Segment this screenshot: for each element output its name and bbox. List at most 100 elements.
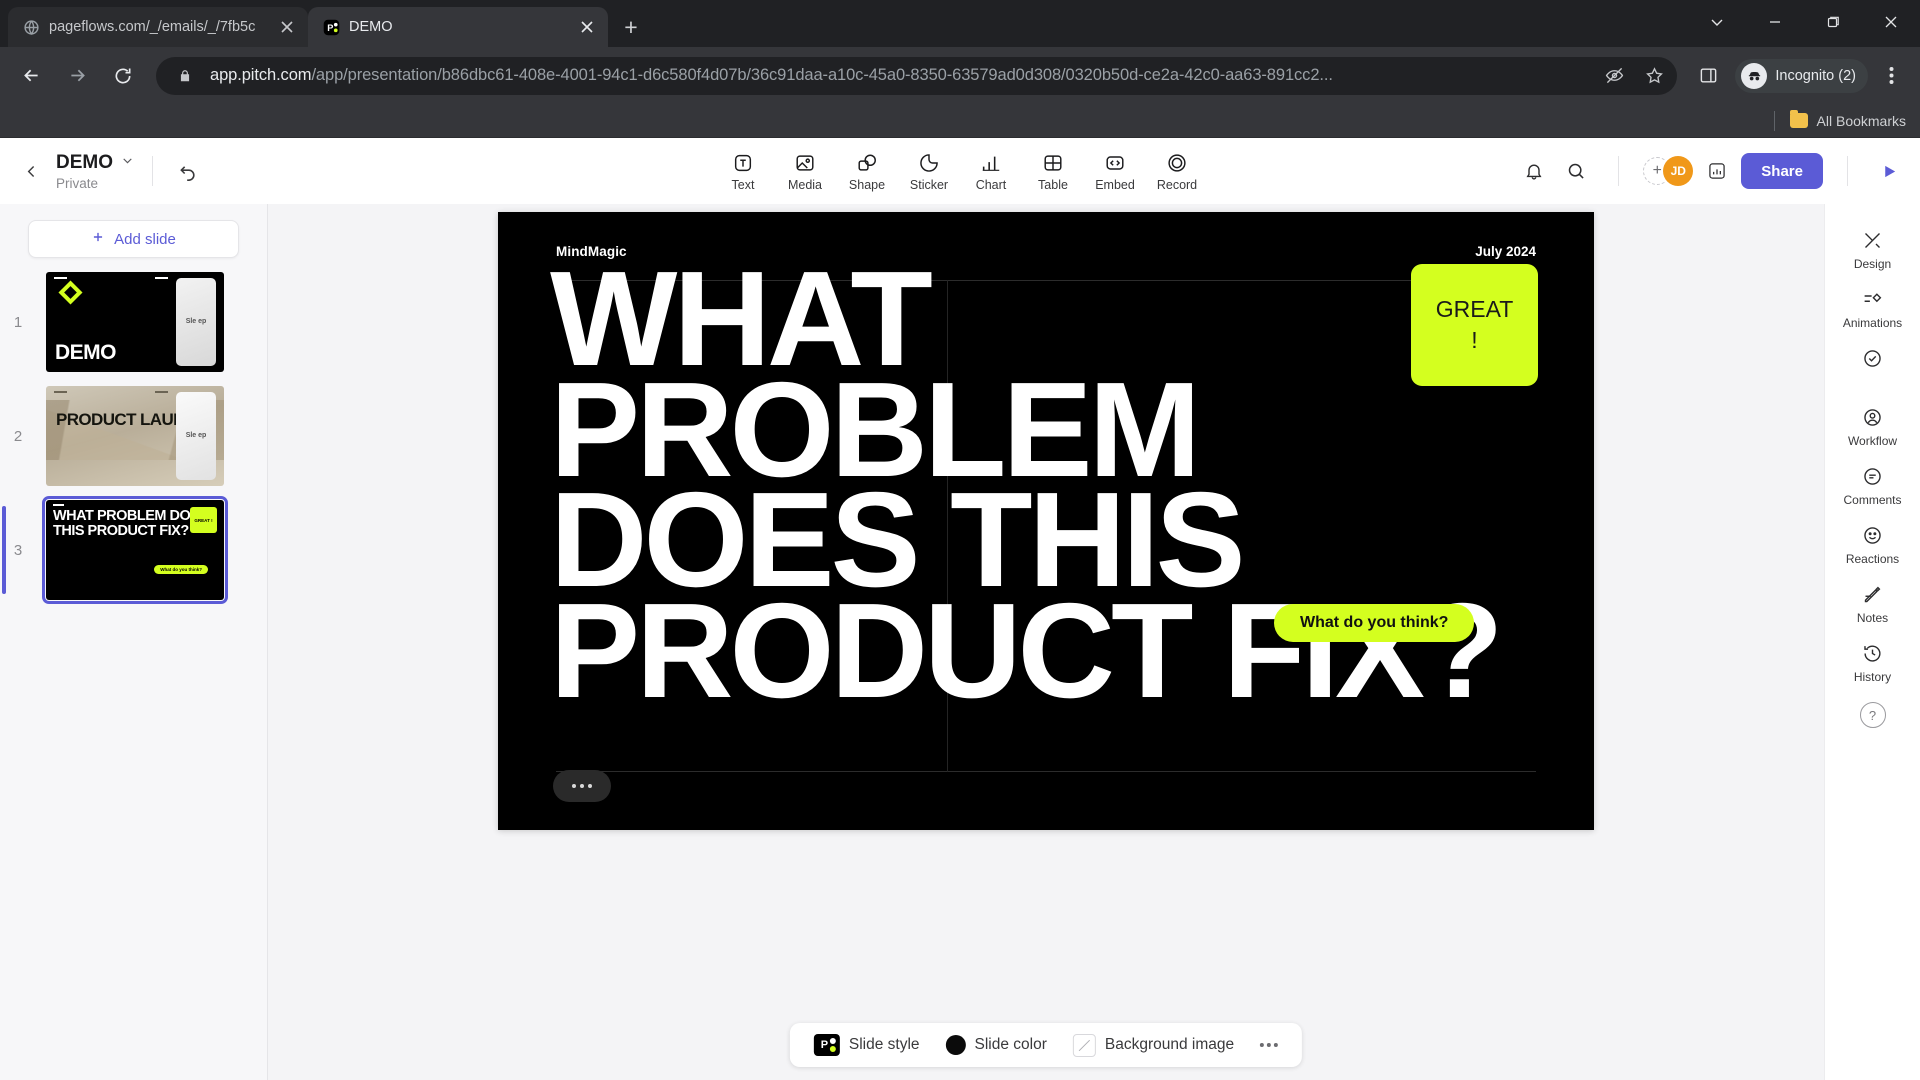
design-icon (1862, 227, 1883, 253)
url-path: /app/presentation/b86dbc61-408e-4001-94c… (311, 66, 1333, 84)
thumbnail[interactable]: WHAT PROBLEM DOES THIS PRODUCT FIX? GREA… (42, 496, 228, 604)
analytics-icon[interactable] (1699, 153, 1735, 189)
side-panel-icon[interactable] (1689, 57, 1727, 95)
background-image-button[interactable]: Background image (1063, 1028, 1244, 1062)
tool-record[interactable]: Record (1148, 146, 1206, 196)
app-toolbar-right: + JD Share (1516, 153, 1906, 189)
divider (1773, 110, 1775, 131)
bell-icon[interactable] (1516, 153, 1552, 189)
deck-visibility: Private (56, 175, 99, 191)
rail-label: Notes (1856, 611, 1889, 625)
kebab-menu-icon[interactable] (1872, 57, 1910, 95)
undo-icon[interactable] (171, 154, 205, 188)
close-icon[interactable] (276, 16, 298, 38)
slide-thumb-1[interactable]: 1 DEMO Sle ep (0, 272, 267, 372)
slide-color-label: Slide color (974, 1036, 1047, 1053)
close-window-button[interactable] (1862, 0, 1920, 44)
reactions-icon (1862, 522, 1883, 548)
add-slide-button[interactable]: Add slide (28, 220, 239, 258)
tool-shape[interactable]: Shape (838, 146, 896, 196)
search-icon[interactable] (1558, 153, 1594, 189)
rail-item-history[interactable]: History (1830, 633, 1916, 690)
browser-tab-2[interactable]: P DEMO (308, 7, 608, 47)
record-icon (1166, 150, 1188, 175)
maximize-button[interactable] (1804, 0, 1862, 44)
new-tab-button[interactable]: + (614, 10, 648, 44)
plus-icon (91, 230, 105, 248)
browser-window: pageflows.com/_/emails/_/7fb5c P DEMO + (0, 0, 1920, 1080)
more-dots-icon[interactable] (1250, 1043, 1288, 1047)
more-dots-icon[interactable] (553, 770, 611, 802)
deck-title-row[interactable]: DEMO (56, 152, 134, 174)
app-body: Add slide 1 DEMO Sle ep 2 PRODUCT LAUNCH… (0, 204, 1920, 1080)
tab-title: DEMO (349, 19, 393, 35)
share-button[interactable]: Share (1741, 153, 1823, 189)
chevron-down-icon[interactable] (121, 154, 134, 172)
slide-thumb-3[interactable]: 3 WHAT PROBLEM DOES THIS PRODUCT FIX? GR… (0, 496, 267, 604)
reaction-pill[interactable]: What do you think? (1274, 604, 1475, 642)
reload-button[interactable] (102, 55, 144, 97)
slide-style-button[interactable]: P Slide style (804, 1028, 930, 1062)
help-icon[interactable]: ? (1859, 702, 1886, 728)
browser-tab-1[interactable]: pageflows.com/_/emails/_/7fb5c (8, 7, 308, 47)
color-swatch (945, 1035, 966, 1055)
text-cursor (945, 524, 947, 550)
rail-label: Comments (1843, 493, 1902, 507)
thumbnail[interactable]: DEMO Sle ep (46, 272, 224, 372)
rail-item-notes[interactable]: Notes (1830, 574, 1916, 631)
tool-table[interactable]: Table (1024, 146, 1082, 196)
bookmarks-bar: All Bookmarks (0, 104, 1920, 138)
app-toolbar: DEMO Private Text Media Shape Sticker Ch… (0, 138, 1920, 204)
background-swatch-icon (1072, 1033, 1096, 1057)
thumbnail[interactable]: PRODUCT LAUNCH Sle ep (46, 386, 224, 486)
sticker-icon (918, 150, 940, 175)
tool-sticker[interactable]: Sticker (900, 146, 958, 196)
right-sidebar: Design Animations . (1824, 204, 1920, 1080)
window-controls (1688, 0, 1920, 47)
forward-button[interactable] (56, 55, 98, 97)
star-icon[interactable] (1639, 61, 1669, 91)
tool-chart[interactable]: Chart (962, 146, 1020, 196)
tool-label: Table (1038, 178, 1068, 192)
slide-thumb-2[interactable]: 2 PRODUCT LAUNCH Sle ep (0, 386, 267, 486)
rail-item-comments[interactable]: Comments (1830, 456, 1916, 513)
divider (152, 156, 153, 186)
sticky-note-line2: ! (1471, 327, 1478, 353)
slide-date[interactable]: July 2024 (1475, 244, 1536, 259)
tool-label: Media (787, 178, 823, 192)
rail-item-workflow[interactable]: . (1830, 338, 1916, 395)
page-title: DEMO (56, 151, 113, 173)
tab-search-icon[interactable] (1688, 0, 1746, 44)
back-button[interactable] (10, 55, 52, 97)
collaborators[interactable]: + JD (1643, 156, 1694, 186)
slide-number: 1 (13, 313, 23, 331)
background-image-label: Background image (1104, 1036, 1235, 1053)
tool-label: Record (1156, 178, 1198, 192)
tab-title: pageflows.com/_/emails/_/7fb5c (49, 19, 256, 35)
add-slide-label: Add slide (114, 230, 176, 248)
shape-icon (856, 150, 878, 175)
profile-chip[interactable]: Incognito (2) (1735, 58, 1868, 93)
rail-item-animations[interactable]: Animations (1830, 279, 1916, 336)
address-bar[interactable]: app.pitch.com/app/presentation/b86dbc61-… (156, 56, 1678, 95)
all-bookmarks-label[interactable]: All Bookmarks (1817, 113, 1906, 129)
chevron-left-icon[interactable] (14, 154, 48, 188)
rail-item-design[interactable]: Design (1830, 220, 1916, 277)
pitch-logo-icon: P (813, 1034, 840, 1056)
rail-item-workflow-user[interactable]: Workflow (1830, 397, 1916, 454)
tool-embed[interactable]: Embed (1086, 146, 1144, 196)
tool-media[interactable]: Media (776, 146, 834, 196)
avatar[interactable]: JD (1663, 156, 1694, 186)
slide-style-label: Slide style (848, 1036, 920, 1053)
slides-sidebar: Add slide 1 DEMO Sle ep 2 PRODUCT LAUNCH… (0, 204, 268, 1080)
slide-color-button[interactable]: Slide color (936, 1028, 1057, 1062)
history-icon (1862, 640, 1883, 666)
tool-text[interactable]: Text (714, 146, 772, 196)
sticky-note[interactable]: GREAT ! (1411, 264, 1538, 386)
eye-off-icon[interactable] (1599, 61, 1629, 91)
play-icon[interactable] (1872, 154, 1906, 188)
rail-item-reactions[interactable]: Reactions (1830, 515, 1916, 572)
close-icon[interactable] (576, 16, 598, 38)
minimize-button[interactable] (1746, 0, 1804, 44)
slide-canvas[interactable]: MindMagic July 2024 WHAT PROBLEM DOES TH… (498, 212, 1594, 830)
